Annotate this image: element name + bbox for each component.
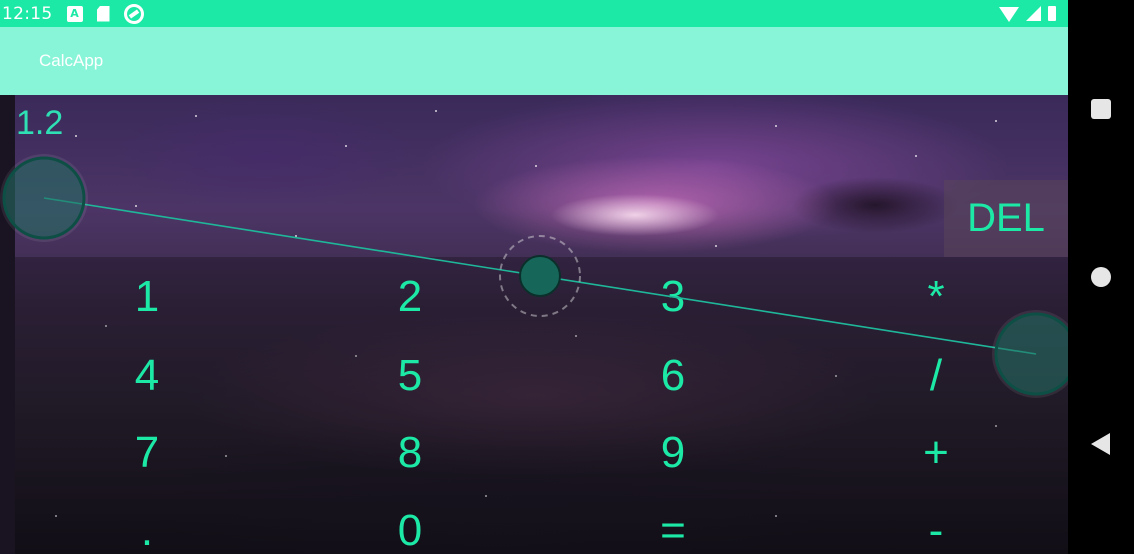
key-divide[interactable]: /: [876, 341, 996, 411]
key-9[interactable]: 9: [613, 418, 733, 488]
key-8[interactable]: 8: [350, 418, 470, 488]
key-4[interactable]: 4: [87, 341, 207, 411]
key-0[interactable]: 0: [350, 496, 470, 554]
a-notification-icon: [66, 5, 83, 22]
device-frame: 12:15 CalcApp: [0, 0, 1134, 554]
key-7[interactable]: 7: [87, 418, 207, 488]
status-right-icons: [999, 5, 1056, 22]
key-minus[interactable]: -: [876, 496, 996, 554]
key-2[interactable]: 2: [350, 262, 470, 332]
sd-card-icon: [96, 5, 110, 22]
key-1[interactable]: 1: [87, 262, 207, 332]
sync-icon: [123, 3, 144, 24]
app-screen: 12:15 CalcApp: [0, 0, 1068, 554]
wifi-icon: [999, 7, 1019, 22]
del-button[interactable]: DEL: [944, 180, 1068, 257]
signal-icon: [1026, 6, 1041, 21]
app-bar: CalcApp: [0, 27, 1068, 95]
recents-icon[interactable]: [1091, 99, 1111, 119]
key-decimal[interactable]: .: [87, 496, 207, 554]
app-title: CalcApp: [39, 51, 104, 70]
key-multiply[interactable]: *: [876, 262, 996, 332]
back-icon[interactable]: [1091, 433, 1110, 455]
display-area: [15, 95, 1068, 257]
key-6[interactable]: 6: [613, 341, 733, 411]
navigation-bar: [1068, 0, 1134, 554]
status-bar: 12:15: [0, 0, 1068, 27]
home-icon[interactable]: [1091, 267, 1111, 287]
key-5[interactable]: 5: [350, 341, 470, 411]
input-display: 1.2: [16, 104, 64, 142]
key-equals[interactable]: =: [613, 496, 733, 554]
key-plus[interactable]: +: [876, 418, 996, 488]
battery-icon: [1048, 6, 1056, 21]
status-time: 12:15: [2, 3, 53, 24]
key-3[interactable]: 3: [613, 262, 733, 332]
